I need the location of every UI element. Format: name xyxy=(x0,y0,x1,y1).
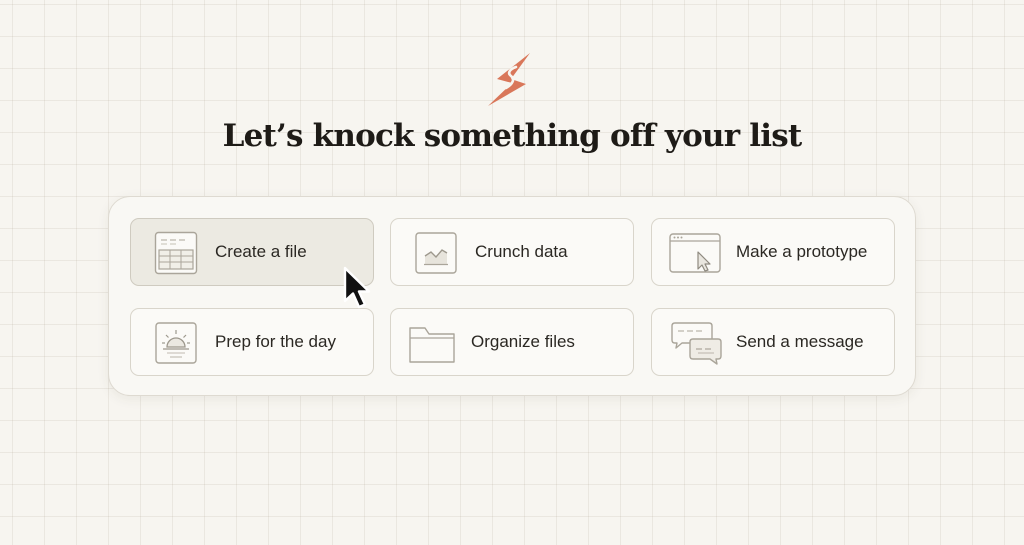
crunch-data-button[interactable]: Crunch data xyxy=(390,218,634,286)
make-prototype-button[interactable]: Make a prototype xyxy=(651,218,895,286)
prep-for-day-button[interactable]: Prep for the day xyxy=(130,308,374,376)
spreadsheet-icon xyxy=(154,231,198,275)
send-message-button[interactable]: Send a message xyxy=(651,308,895,376)
browser-window-icon xyxy=(669,233,721,273)
create-file-label: Create a file xyxy=(215,242,307,261)
crunch-data-label: Crunch data xyxy=(475,242,568,261)
send-message-label: Send a message xyxy=(736,332,864,351)
make-prototype-label: Make a prototype xyxy=(736,242,868,261)
folder-icon xyxy=(409,327,455,363)
organize-files-button[interactable]: Organize files xyxy=(390,308,634,376)
page-title: Let’s knock something off your list xyxy=(222,118,803,154)
chat-bubbles-icon xyxy=(671,322,722,365)
quick-actions-panel: Create a file Crunch data Make a prototy… xyxy=(108,196,916,396)
lightning-bolt-icon xyxy=(488,53,530,106)
sunrise-icon xyxy=(155,322,197,364)
mouse-pointer-icon xyxy=(343,266,371,309)
organize-files-label: Organize files xyxy=(471,332,575,351)
chart-icon xyxy=(415,232,457,274)
prep-for-day-label: Prep for the day xyxy=(215,332,336,351)
create-file-button[interactable]: Create a file xyxy=(130,218,374,286)
